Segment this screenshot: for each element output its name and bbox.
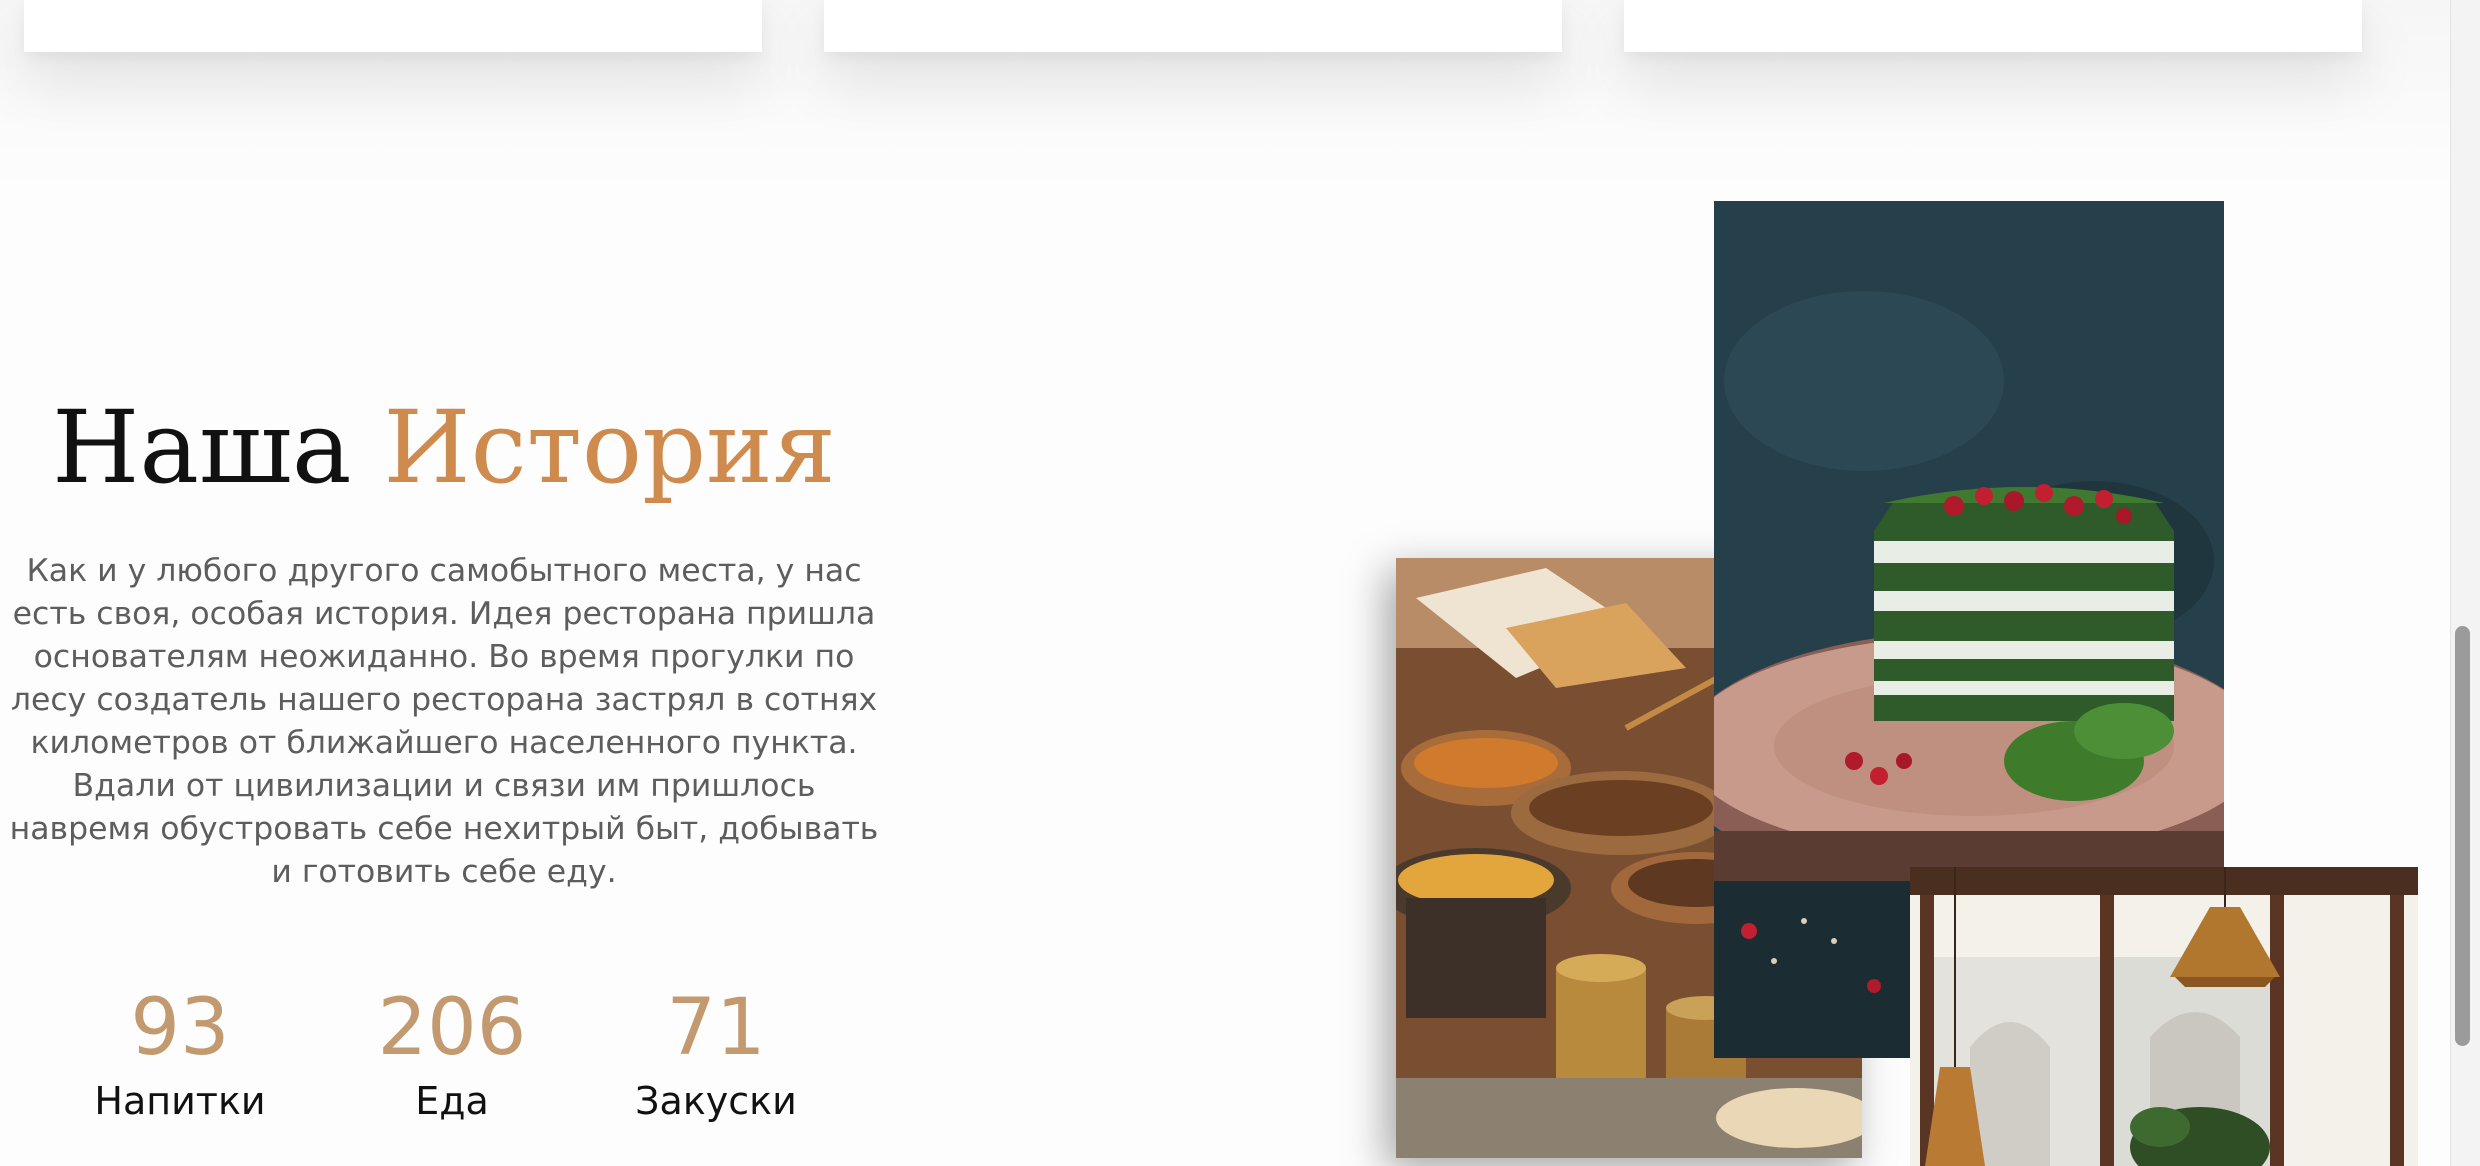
card [824, 0, 1562, 52]
stat-food: 206 Еда [342, 978, 562, 1124]
cafe-interior-photo [1910, 867, 2418, 1166]
stat-label: Еда [415, 1079, 489, 1123]
story-title: Наша История [0, 378, 888, 518]
cafe-illustration [1910, 867, 2418, 1166]
stat-number: 93 [130, 983, 230, 1073]
stat-number: 71 [666, 983, 766, 1073]
card [24, 0, 762, 52]
card [1624, 0, 2362, 52]
stat-drinks: 93 Напитки [70, 978, 290, 1124]
page: Наша История Как и у любого другого само… [0, 0, 2450, 1166]
story-paragraph: Как и у любого другого самобытного места… [9, 553, 879, 890]
stat-number: 206 [377, 983, 527, 1073]
stat-snacks: 71 Закуски [606, 978, 826, 1124]
cards-section [0, 0, 2450, 190]
story-title-word-2: История [383, 389, 836, 506]
scrollbar-thumb[interactable] [2455, 626, 2470, 1046]
stat-label: Закуски [635, 1079, 797, 1123]
stat-label: Напитки [94, 1079, 266, 1123]
story-title-word-1: Наша [52, 389, 352, 506]
